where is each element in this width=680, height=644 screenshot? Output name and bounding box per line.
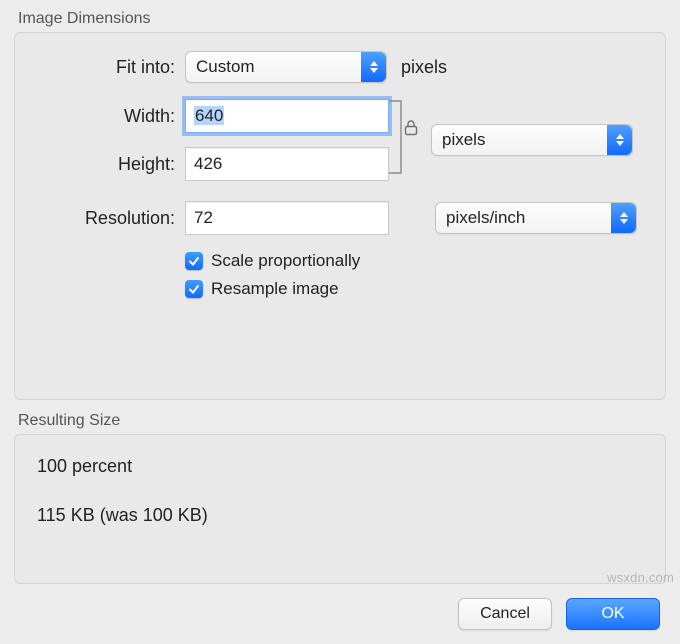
width-input[interactable]: 640 — [185, 99, 389, 133]
checkmark-icon — [188, 283, 200, 295]
button-bar: Cancel OK — [0, 584, 680, 644]
height-input[interactable]: 426 — [185, 147, 389, 181]
size-unit-value: pixels — [432, 130, 607, 150]
checkmark-icon — [188, 255, 200, 267]
height-value: 426 — [194, 154, 222, 173]
cancel-button[interactable]: Cancel — [458, 598, 552, 630]
result-filesize: 115 KB (was 100 KB) — [37, 502, 643, 529]
resample-image-label: Resample image — [211, 279, 339, 299]
fit-into-select[interactable]: Custom — [185, 51, 387, 83]
resolution-unit-value: pixels/inch — [436, 208, 611, 228]
select-arrows-icon — [611, 203, 636, 233]
scale-proportionally-label: Scale proportionally — [211, 251, 360, 271]
fit-into-label: Fit into: — [37, 57, 185, 78]
ok-button[interactable]: OK — [566, 598, 660, 630]
height-label: Height: — [37, 154, 185, 175]
image-dimensions-title: Image Dimensions — [18, 10, 666, 28]
size-unit-select[interactable]: pixels — [431, 124, 633, 156]
fit-into-unit: pixels — [401, 57, 447, 78]
resolution-unit-select[interactable]: pixels/inch — [435, 202, 637, 234]
dimension-lock-bracket — [385, 99, 421, 169]
scale-proportionally-checkbox[interactable] — [185, 252, 203, 270]
resolution-value: 72 — [194, 208, 213, 227]
result-percent: 100 percent — [37, 453, 643, 480]
select-arrows-icon — [361, 52, 386, 82]
resample-image-checkbox[interactable] — [185, 280, 203, 298]
image-dimensions-group: Fit into: Custom pixels Width: 640 Heigh… — [14, 32, 666, 400]
resolution-label: Resolution: — [37, 208, 185, 229]
width-label: Width: — [37, 106, 185, 127]
resolution-input[interactable]: 72 — [185, 201, 389, 235]
select-arrows-icon — [607, 125, 632, 155]
fit-into-value: Custom — [186, 57, 361, 77]
resulting-size-title: Resulting Size — [18, 412, 666, 430]
width-value: 640 — [194, 106, 224, 125]
cancel-button-label: Cancel — [480, 605, 530, 623]
watermark: wsxdn.com — [607, 570, 674, 585]
resulting-size-group: 100 percent 115 KB (was 100 KB) — [14, 434, 666, 584]
ok-button-label: OK — [601, 605, 624, 623]
